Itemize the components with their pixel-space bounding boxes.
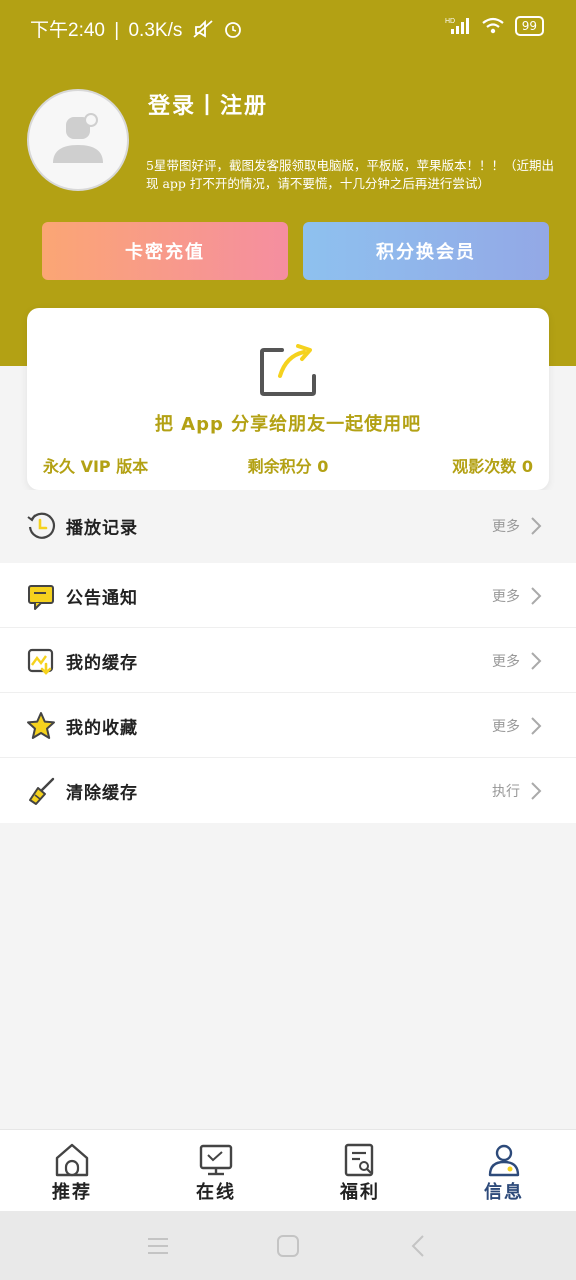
- bottom-tab-bar: 推荐 在线 福利 信息: [0, 1129, 576, 1212]
- login-register-link[interactable]: 登录丨注册: [148, 88, 268, 120]
- my-cache-row[interactable]: 我的缓存 更多: [0, 628, 576, 693]
- document-search-icon: [344, 1143, 374, 1177]
- tab-info[interactable]: 信息: [432, 1130, 576, 1212]
- chevron-right-icon: [531, 517, 542, 535]
- back-icon[interactable]: [410, 1234, 426, 1258]
- user-placeholder-icon: [53, 113, 103, 163]
- my-favorites-label: 我的收藏: [66, 718, 138, 738]
- message-icon: [28, 584, 54, 610]
- view-count-label: 观影次数 0: [452, 457, 533, 476]
- play-history-more[interactable]: 更多: [492, 516, 520, 536]
- play-history-row[interactable]: 播放记录 更多: [0, 490, 576, 562]
- status-separator: |: [114, 20, 120, 41]
- system-navigation-bar: [0, 1211, 576, 1280]
- card-recharge-button[interactable]: 卡密充值: [42, 222, 288, 280]
- broom-icon: [29, 777, 55, 805]
- notice-more[interactable]: 更多: [492, 586, 520, 606]
- chevron-right-icon: [531, 781, 542, 800]
- signal-icon: HD: [445, 18, 469, 34]
- chevron-right-icon: [531, 586, 542, 605]
- tab-info-label: 信息: [484, 1182, 524, 1203]
- status-time: 下午2:40: [30, 20, 105, 41]
- alarm-icon: [225, 22, 241, 38]
- share-icon: [260, 344, 316, 396]
- battery-indicator: 99: [514, 16, 544, 36]
- status-bar: 下午2:40 | 0.3K/s HD 99: [0, 0, 576, 56]
- status-right: HD 99: [445, 16, 544, 36]
- download-icon: [27, 648, 54, 675]
- status-left: 下午2:40 | 0.3K/s: [30, 15, 243, 42]
- play-history-label: 播放记录: [66, 518, 138, 539]
- notice-row[interactable]: 公告通知 更多: [0, 563, 576, 628]
- history-clock-icon: [27, 512, 56, 539]
- user-icon: [488, 1144, 520, 1177]
- mute-icon: [193, 19, 213, 38]
- my-favorites-row[interactable]: 我的收藏 更多: [0, 693, 576, 758]
- tab-recommend-label: 推荐: [52, 1182, 92, 1203]
- chevron-right-icon: [531, 716, 542, 735]
- avatar[interactable]: [27, 89, 129, 191]
- chevron-right-icon: [531, 651, 542, 670]
- home-button-icon[interactable]: [276, 1234, 300, 1258]
- tab-online[interactable]: 在线: [144, 1130, 288, 1212]
- clear-cache-execute[interactable]: 执行: [492, 781, 520, 801]
- svg-text:HD: HD: [445, 18, 455, 25]
- tab-welfare-label: 福利: [340, 1182, 380, 1203]
- my-cache-more[interactable]: 更多: [492, 651, 520, 671]
- tab-online-label: 在线: [196, 1182, 236, 1203]
- status-speed: 0.3K/s: [128, 20, 183, 41]
- my-favorites-more[interactable]: 更多: [492, 716, 520, 736]
- home-icon: [55, 1143, 89, 1177]
- share-text: 把 App 分享给朋友一起使用吧: [154, 414, 422, 435]
- notice-label: 公告通知: [66, 588, 138, 608]
- tv-icon: [199, 1144, 233, 1176]
- menu-icon[interactable]: [146, 1236, 170, 1256]
- tab-recommend[interactable]: 推荐: [0, 1130, 144, 1212]
- clear-cache-label: 清除缓存: [66, 783, 138, 803]
- wifi-icon: [482, 17, 504, 34]
- star-icon: [27, 711, 55, 739]
- tab-welfare[interactable]: 福利: [288, 1130, 432, 1212]
- points-to-vip-button[interactable]: 积分换会员: [303, 222, 549, 280]
- clear-cache-row[interactable]: 清除缓存 执行: [0, 758, 576, 823]
- my-cache-label: 我的缓存: [66, 653, 138, 673]
- share-card[interactable]: 把 App 分享给朋友一起使用吧 永久 VIP 版本 剩余积分 0 观影次数 0: [27, 308, 549, 490]
- notice-text: 5星带图好评，截图发客服领取电脑版，平板版，苹果版本！！！（近期出现 app 打…: [146, 158, 554, 191]
